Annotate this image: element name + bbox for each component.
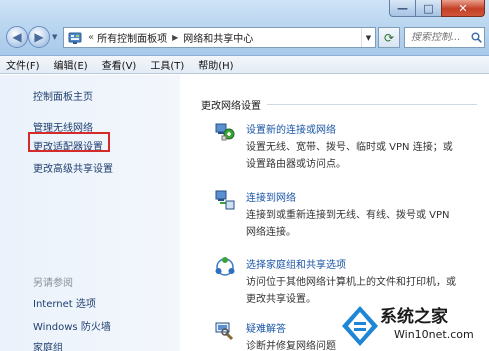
- close-button[interactable]: ✕: [441, 0, 485, 17]
- site-watermark: 系统之家 Win10net.com: [340, 300, 489, 351]
- recent-pages-dropdown-icon[interactable]: ▼: [52, 33, 57, 41]
- refresh-button[interactable]: ⟳: [378, 27, 400, 48]
- menu-edit[interactable]: 编辑(E): [54, 57, 88, 72]
- breadcrumb-network-sharing-center[interactable]: 网络和共享中心: [183, 30, 253, 45]
- task-desc-line: 访问位于其他网络计算机上的文件和打印机，或: [246, 277, 456, 288]
- window-title-bar: — □ ✕ ◀ ▶ ▼ « 所有控制面板项 ▶ 网络和共享中心 ▼ ⟳ 搜索控制…: [0, 0, 489, 56]
- breadcrumb-all-control-panel[interactable]: 所有控制面板项: [97, 30, 167, 45]
- section-title: 更改网络设置: [201, 101, 261, 112]
- menu-view[interactable]: 查看(V): [102, 57, 137, 72]
- menu-bar: 文件(F) 编辑(E) 查看(V) 工具(T) 帮助(H): [0, 56, 489, 74]
- minimize-button[interactable]: —: [389, 0, 415, 17]
- address-history-dropdown-icon[interactable]: ▼: [361, 28, 375, 47]
- refresh-icon: ⟳: [383, 30, 395, 45]
- search-icon[interactable]: [471, 32, 482, 43]
- forward-arrow-icon: ▶: [34, 30, 44, 44]
- left-nav-pane: 控制面板主页 管理无线网络 更改适配器设置 更改高级共享设置 另请参阅 Inte…: [0, 75, 180, 351]
- forward-button[interactable]: ▶: [28, 26, 50, 48]
- homegroup-icon: [214, 256, 236, 278]
- task-desc-line: 设置无线、宽带、拨号、临时或 VPN 连接；或: [246, 142, 453, 153]
- task-connect-network-link[interactable]: 连接到网络: [246, 189, 296, 204]
- search-box[interactable]: [404, 27, 485, 48]
- menu-help[interactable]: 帮助(H): [198, 57, 233, 72]
- minimize-icon: —: [397, 1, 408, 15]
- search-input[interactable]: [411, 32, 471, 43]
- task-homegroup-sharing-link[interactable]: 选择家庭组和共享选项: [246, 256, 346, 271]
- network-setup-icon: [214, 121, 236, 143]
- watermark-logo-icon: [342, 306, 378, 346]
- link-control-panel-home[interactable]: 控制面板主页: [33, 88, 93, 103]
- task-setup-connection-desc: 设置无线、宽带、拨号、临时或 VPN 连接；或 设置路由器或访问点。: [246, 139, 476, 173]
- back-button[interactable]: ◀: [6, 26, 28, 48]
- task-setup-connection-link[interactable]: 设置新的连接或网络: [246, 121, 336, 136]
- link-change-advanced-sharing[interactable]: 更改高级共享设置: [33, 160, 113, 175]
- maximize-button[interactable]: □: [415, 0, 441, 17]
- link-homegroup[interactable]: 家庭组: [33, 339, 63, 351]
- maximize-icon: □: [423, 1, 434, 15]
- see-also-heading: 另请参阅: [33, 278, 73, 289]
- section-divider: [267, 104, 477, 105]
- address-bar[interactable]: « 所有控制面板项 ▶ 网络和共享中心 ▼: [63, 27, 376, 48]
- control-panel-icon: [68, 31, 82, 45]
- back-arrow-icon: ◀: [12, 30, 22, 44]
- task-troubleshoot-link[interactable]: 疑难解答: [246, 320, 286, 335]
- task-desc-line: 连接到或重新连接到无线、有线、拨号或 VPN: [246, 210, 450, 221]
- task-desc-line: 设置路由器或访问点。: [246, 159, 346, 170]
- breadcrumb-arrow-icon[interactable]: ▶: [172, 33, 178, 42]
- menu-tools[interactable]: 工具(T): [150, 57, 184, 72]
- link-internet-options[interactable]: Internet 选项: [33, 295, 96, 310]
- breadcrumb-overflow-icon[interactable]: «: [88, 32, 94, 43]
- task-desc-line: 网络连接。: [246, 227, 296, 238]
- highlight-annotation: [28, 132, 110, 152]
- watermark-line1: 系统之家: [380, 307, 448, 327]
- watermark-line2: Win10net.com: [394, 328, 474, 341]
- connect-network-icon: [214, 189, 236, 211]
- link-windows-firewall[interactable]: Windows 防火墙: [33, 318, 111, 333]
- task-connect-network-desc: 连接到或重新连接到无线、有线、拨号或 VPN 网络连接。: [246, 207, 476, 241]
- menu-file[interactable]: 文件(F): [6, 57, 40, 72]
- close-icon: ✕: [458, 1, 468, 15]
- window-controls: — □ ✕: [389, 0, 485, 17]
- troubleshoot-icon: [214, 320, 236, 342]
